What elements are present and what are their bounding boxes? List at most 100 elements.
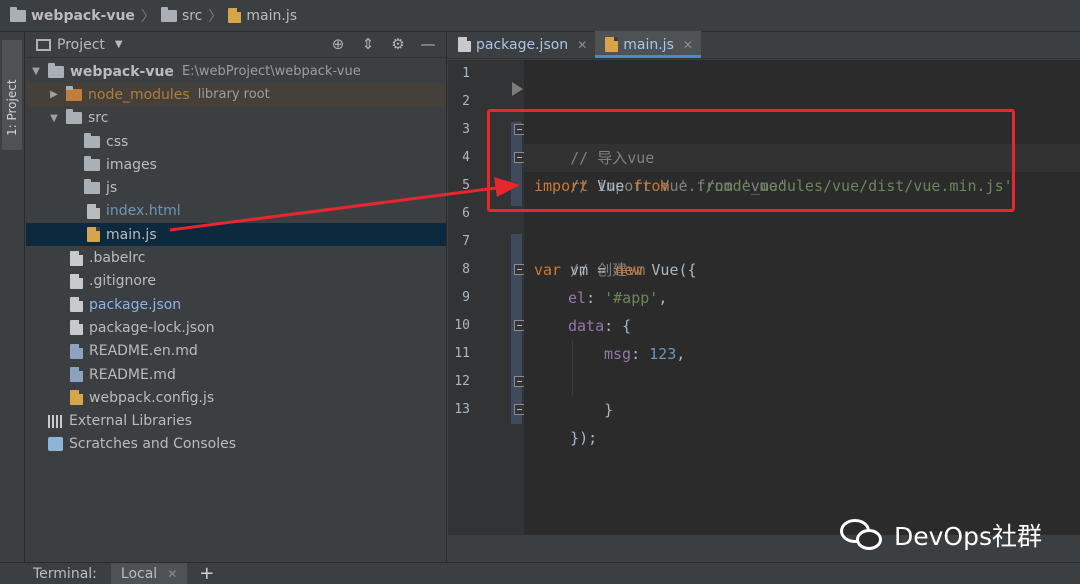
breadcrumb-folder[interactable]: src [160, 6, 203, 24]
breadcrumb-project[interactable]: webpack-vue [10, 6, 135, 24]
chevron-down-icon[interactable]: ▼ [48, 113, 60, 124]
folder-icon [10, 6, 26, 22]
tree-item-label: .babelrc [89, 250, 146, 267]
line-number: 7 [462, 234, 470, 249]
config-file-icon [70, 250, 83, 266]
tree-item-label: webpack-vue [70, 63, 174, 80]
tree-item-label: Scratches and Consoles [69, 436, 236, 453]
tree-item-external-libraries[interactable]: External Libraries [26, 409, 446, 432]
tree-item-label: src [88, 110, 109, 127]
new-terminal-button[interactable]: + [199, 563, 214, 584]
breadcrumb-folder-label: src [181, 7, 203, 24]
code-line-9: el: '#app', [568, 284, 667, 312]
html-file-icon [87, 203, 100, 219]
chevron-down-icon[interactable]: ▼ [30, 66, 42, 77]
json-file-icon [70, 297, 83, 313]
tree-item-images[interactable]: images [26, 153, 446, 176]
tree-item-label: webpack.config.js [89, 389, 215, 406]
tab-label: package.json [476, 36, 569, 53]
tree-item-gitignore[interactable]: .gitignore [26, 270, 446, 293]
tree-item-readme[interactable]: README.md [26, 363, 446, 386]
close-icon[interactable]: ✕ [577, 38, 587, 52]
json-file-icon [70, 320, 83, 336]
code-keyword: var [534, 261, 562, 279]
annotation-highlight-box [487, 109, 1015, 212]
tree-item-label: README.en.md [89, 343, 198, 360]
close-icon[interactable]: ✕ [167, 567, 177, 581]
watermark-text: DevOps社群 [894, 522, 1042, 551]
folder-icon [84, 132, 100, 148]
code-number: 123 [649, 345, 677, 363]
markdown-file-icon [70, 343, 83, 359]
tree-item-index-html[interactable]: index.html [26, 200, 446, 223]
chevron-right-icon[interactable]: ▶ [48, 89, 60, 100]
tree-item-js[interactable]: js [26, 176, 446, 199]
tree-item-webpack-vue[interactable]: ▼ webpack-vue E:\webProject\webpack-vue [26, 60, 446, 83]
tree-item-readme-en[interactable]: README.en.md [26, 340, 446, 363]
project-path: E:\webProject\webpack-vue [181, 64, 361, 80]
library-root-badge: library root [197, 87, 270, 103]
tree-item-scratches[interactable]: Scratches and Consoles [26, 433, 446, 456]
tree-item-label: README.md [89, 366, 176, 383]
chevron-down-icon[interactable]: ▼ [115, 39, 123, 50]
gear-icon[interactable]: ⚙ [390, 37, 406, 52]
close-icon[interactable]: ✕ [683, 38, 693, 52]
project-tool-tab[interactable]: 1: Project [2, 40, 22, 150]
line-number: 5 [462, 178, 470, 193]
code-punctuation: } [604, 401, 614, 419]
breadcrumb-separator-icon: 〉 [208, 8, 223, 25]
tree-item-node-modules[interactable]: ▶ node_modules library root [26, 83, 446, 107]
tree-item-package-lock-json[interactable]: package-lock.json [26, 316, 446, 339]
code-line-7: // 创建vm [534, 228, 645, 279]
line-number: 4 [462, 150, 470, 165]
tree-item-label: js [106, 180, 118, 197]
code-line-13: }); [534, 396, 597, 447]
line-number: 1 [462, 66, 470, 81]
tab-package-json[interactable]: package.json ✕ [448, 31, 595, 58]
code-line-8: var vm = new Vue({ [534, 256, 697, 284]
tool-window-strip: 1: Project [0, 32, 25, 562]
code-identifier: vm = [561, 261, 616, 279]
code-keyword: new [615, 261, 643, 279]
breadcrumb-file[interactable]: main.js [228, 8, 297, 24]
json-file-icon [458, 37, 471, 52]
tree-item-src[interactable]: ▼ src [26, 107, 446, 130]
tree-item-label: images [106, 156, 157, 173]
line-number: 9 [462, 290, 470, 305]
line-number: 2 [462, 94, 470, 109]
tree-item-package-json[interactable]: package.json [26, 293, 446, 316]
js-file-icon [70, 390, 83, 406]
tree-item-label: index.html [106, 203, 181, 220]
line-number: 13 [454, 402, 470, 417]
collapse-all-icon[interactable]: ⇕ [360, 37, 376, 52]
locate-target-icon[interactable]: ⊕ [330, 37, 346, 52]
line-number: 12 [454, 374, 470, 389]
tree-item-label: .gitignore [89, 273, 156, 290]
code-punctuation: : { [604, 317, 632, 335]
navigation-breadcrumb: webpack-vue 〉 src 〉 main.js [0, 0, 1080, 32]
markdown-file-icon [70, 367, 83, 382]
folder-icon [66, 85, 82, 101]
tree-item-webpack-config[interactable]: webpack.config.js [26, 386, 446, 409]
folder-icon [84, 155, 100, 171]
terminal-bar: Terminal: Local ✕ + [0, 562, 1080, 584]
terminal-tab-label: Local [120, 565, 158, 582]
js-file-icon [228, 8, 242, 23]
line-number: 6 [462, 206, 470, 221]
project-panel: Project ▼ ⊕ ⇕ ⚙ — ▼ webpack-vue E:\webPr… [26, 32, 447, 562]
code-identifier: Vue({ [642, 261, 697, 279]
tree-item-css[interactable]: css [26, 130, 446, 153]
tree-item-label: External Libraries [69, 413, 192, 430]
minimize-icon[interactable]: — [420, 37, 436, 52]
code-line-12: } [568, 368, 613, 419]
code-punctuation: : [586, 289, 605, 307]
tree-item-main-js[interactable]: main.js [26, 223, 446, 247]
code-punctuation: , [658, 289, 668, 307]
run-gutter-icon[interactable] [512, 82, 523, 96]
code-punctuation: , [676, 345, 686, 363]
tab-main-js[interactable]: main.js ✕ [595, 31, 701, 58]
tree-item-babelrc[interactable]: .babelrc [26, 246, 446, 269]
project-view-icon [36, 38, 51, 51]
terminal-tab-local[interactable]: Local ✕ [110, 562, 188, 584]
project-view-selector[interactable]: Project [57, 37, 105, 53]
